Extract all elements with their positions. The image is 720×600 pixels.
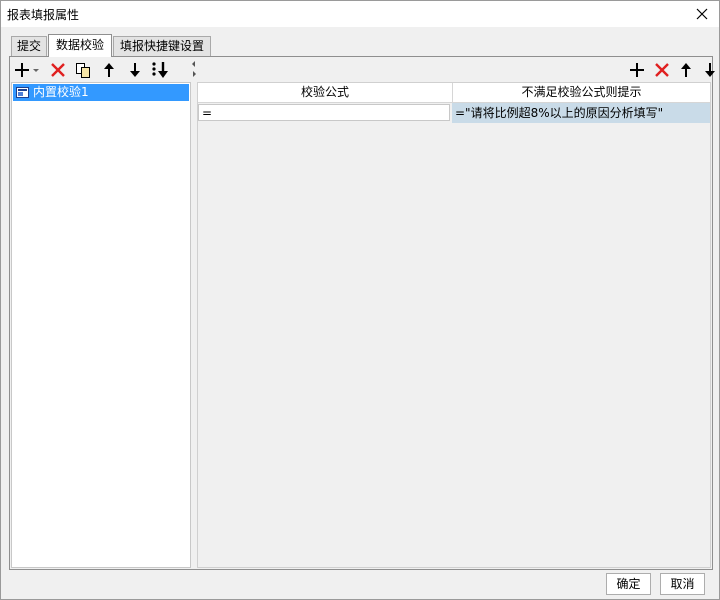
move-down-icon [705,63,715,77]
window-title: 报表填报属性 [7,8,80,22]
rule-move-down-button[interactable] [699,60,720,80]
validation-tree: 内置校验1 [11,82,191,568]
move-down-button[interactable] [124,60,146,80]
validation-list-pane: 内置校验1 [10,57,191,569]
add-validation-button[interactable] [14,60,42,80]
tab-submit[interactable]: 提交 [11,36,47,56]
message-cell[interactable]: ="请将比例超8%以上的原因分析填写" [452,103,710,123]
tab-fill-shortcut-settings[interactable]: 填报快捷键设置 [113,36,211,56]
add-icon [630,63,644,77]
validation-rules-table: 校验公式 不满足校验公式则提示 = ="请将比例超8%以上的原因分析填写" [197,82,711,568]
close-icon [696,8,708,20]
column-header-message[interactable]: 不满足校验公式则提示 [453,83,710,102]
copy-validation-button[interactable] [72,60,94,80]
right-toolbar [610,60,715,80]
move-down-icon [130,63,140,77]
report-fill-properties-dialog: 报表填报属性 提交 数据校验 填报快捷键设置 内置校验1 校验公式 不满足校验公… [0,0,720,600]
validation-icon [16,87,29,98]
copy-icon [76,63,90,78]
move-to-bottom-button[interactable] [150,60,172,80]
delete-icon [655,63,669,77]
validation-detail-pane: 校验公式 不满足校验公式则提示 = ="请将比例超8%以上的原因分析填写" [197,57,715,569]
ok-button[interactable]: 确定 [606,573,651,595]
add-icon [15,63,39,77]
delete-validation-button[interactable] [47,60,69,80]
move-up-icon [104,63,114,77]
move-to-bottom-icon [152,62,168,78]
cancel-button[interactable]: 取消 [660,573,705,595]
table-header: 校验公式 不满足校验公式则提示 [198,83,710,103]
column-header-formula[interactable]: 校验公式 [198,83,453,102]
table-row: = ="请将比例超8%以上的原因分析填写" [198,103,710,123]
move-up-button[interactable] [98,60,120,80]
title-bar: 报表填报属性 [1,1,719,27]
rule-move-up-button[interactable] [675,60,697,80]
delete-icon [51,63,65,77]
add-rule-button[interactable] [626,60,648,80]
delete-rule-button[interactable] [651,60,673,80]
move-up-icon [681,63,691,77]
data-validation-panel: 内置校验1 校验公式 不满足校验公式则提示 = ="请将比例超8%以上的原因分析… [9,56,715,570]
tab-data-validation[interactable]: 数据校验 [48,34,112,57]
formula-cell[interactable]: = [198,104,450,121]
tree-item-built-in-validation[interactable]: 内置校验1 [13,84,189,101]
close-button[interactable] [691,3,713,25]
tree-item-label: 内置校验1 [33,85,89,99]
